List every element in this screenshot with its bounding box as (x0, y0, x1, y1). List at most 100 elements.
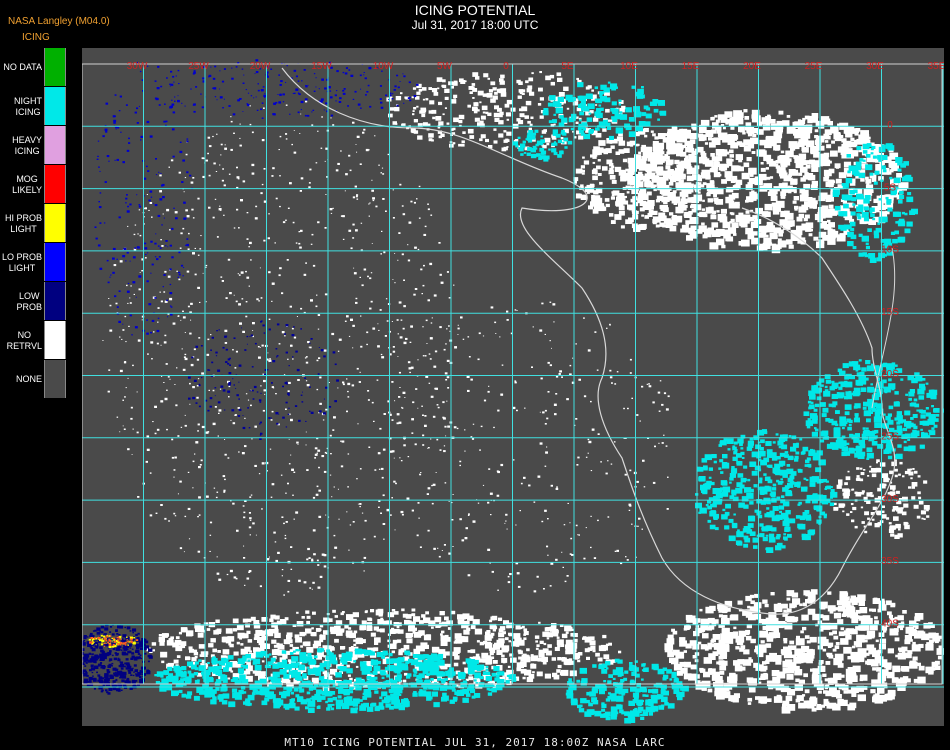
cloud-pixel (208, 643, 214, 648)
cloud-pixel (420, 642, 428, 649)
cloud-pixel (319, 376, 322, 379)
cloud-pixel (439, 449, 442, 451)
cloud-pixel (676, 671, 683, 676)
cloud-pixel (783, 223, 791, 230)
cloud-pixel (436, 438, 439, 441)
cloud-pixel (702, 234, 708, 239)
cloud-pixel (380, 253, 382, 255)
cloud-pixel (665, 155, 670, 160)
cloud-pixel (654, 445, 656, 448)
cloud-pixel (544, 465, 547, 467)
cloud-pixel (300, 113, 302, 115)
cloud-pixel (396, 413, 400, 416)
icing-map[interactable]: 30W 25W 20W 15W 10W 5W 0 5E 10E 15E 20E 25E 30E 35E 0 5… (82, 48, 944, 726)
legend-item-label-line: ICING (15, 106, 41, 117)
cloud-pixel (527, 85, 533, 90)
cloud-pixel (121, 338, 123, 340)
cloud-pixel (577, 82, 584, 88)
cloud-pixel (600, 461, 602, 463)
cloud-pixel (528, 127, 532, 131)
cloud-pixel (359, 371, 361, 373)
cloud-pixel (457, 324, 459, 326)
cloud-pixel (187, 507, 191, 510)
cloud-pixel (472, 520, 476, 523)
cloud-pixel (783, 609, 787, 613)
cloud-pixel (253, 623, 261, 629)
cloud-pixel (270, 496, 273, 498)
cloud-pixel (814, 135, 818, 139)
cloud-pixel (490, 656, 495, 659)
cloud-pixel (216, 556, 218, 558)
cloud-pixel (346, 614, 354, 620)
cloud-pixel (281, 516, 284, 518)
cloud-pixel (671, 628, 675, 632)
cloud-pixel (898, 199, 903, 204)
cloud-pixel (598, 645, 606, 652)
cloud-pixel (190, 181, 194, 184)
cloud-pixel (515, 524, 517, 526)
cloud-pixel (717, 214, 727, 221)
cloud-pixel (553, 113, 557, 116)
cloud-pixel (721, 606, 728, 613)
cloud-pixel (714, 691, 721, 697)
cloud-pixel (210, 334, 212, 336)
cloud-pixel (154, 432, 157, 435)
cloud-pixel (311, 124, 314, 126)
cloud-pixel (184, 353, 187, 356)
cloud-pixel (775, 659, 782, 665)
cloud-pixel (249, 519, 252, 521)
cloud-pixel (223, 489, 226, 492)
cloud-pixel (596, 369, 599, 371)
cloud-pixel (874, 365, 880, 369)
cloud-pixel (251, 438, 253, 440)
cloud-pixel (897, 652, 906, 660)
cloud-pixel (667, 476, 669, 478)
cloud-pixel (677, 143, 681, 146)
cloud-pixel (342, 381, 345, 384)
cloud-pixel (337, 488, 339, 490)
cloud-pixel (305, 380, 308, 382)
cloud-pixel (512, 406, 516, 410)
cloud-pixel (200, 235, 202, 237)
cloud-pixel (869, 470, 872, 473)
cloud-pixel (220, 154, 222, 156)
cloud-pixel (609, 163, 614, 167)
cloud-pixel (390, 514, 392, 516)
cloud-pixel (123, 428, 126, 430)
cloud-pixel (371, 401, 374, 404)
cloud-pixel (252, 522, 255, 525)
cloud-pixel (210, 638, 216, 643)
cloud-pixel (356, 151, 358, 153)
cloud-pixel (526, 152, 531, 156)
cloud-pixel (861, 445, 864, 448)
cloud-pixel (407, 456, 410, 458)
legend-title: ICING (22, 32, 50, 43)
cloud-pixel (866, 452, 874, 459)
cloud-pixel (255, 205, 258, 208)
cloud-pixel (423, 233, 427, 236)
cloud-pixel (500, 463, 504, 467)
cloud-pixel (223, 491, 226, 493)
cloud-pixel (662, 224, 667, 228)
cloud-pixel (325, 453, 328, 454)
cloud-pixel (565, 631, 569, 634)
cloud-pixel (503, 146, 508, 151)
cloud-pixel (311, 627, 314, 630)
cloud-pixel (852, 203, 856, 206)
cloud-pixel (862, 406, 867, 410)
cloud-pixel (661, 442, 664, 444)
cloud-pixel (903, 503, 909, 508)
cloud-pixel (416, 631, 423, 637)
cloud-pixel (556, 72, 562, 77)
cloud-pixel (194, 453, 196, 455)
cloud-pixel (800, 630, 804, 634)
cloud-pixel (260, 297, 263, 299)
cloud-pixel (338, 338, 342, 341)
cloud-pixel (618, 205, 625, 211)
cloud-pixel (764, 211, 771, 217)
cloud-pixel (226, 573, 229, 576)
cloud-pixel (840, 627, 845, 631)
cloud-pixel (197, 516, 199, 518)
cloud-pixel (410, 200, 413, 203)
cloud-pixel (711, 222, 719, 228)
